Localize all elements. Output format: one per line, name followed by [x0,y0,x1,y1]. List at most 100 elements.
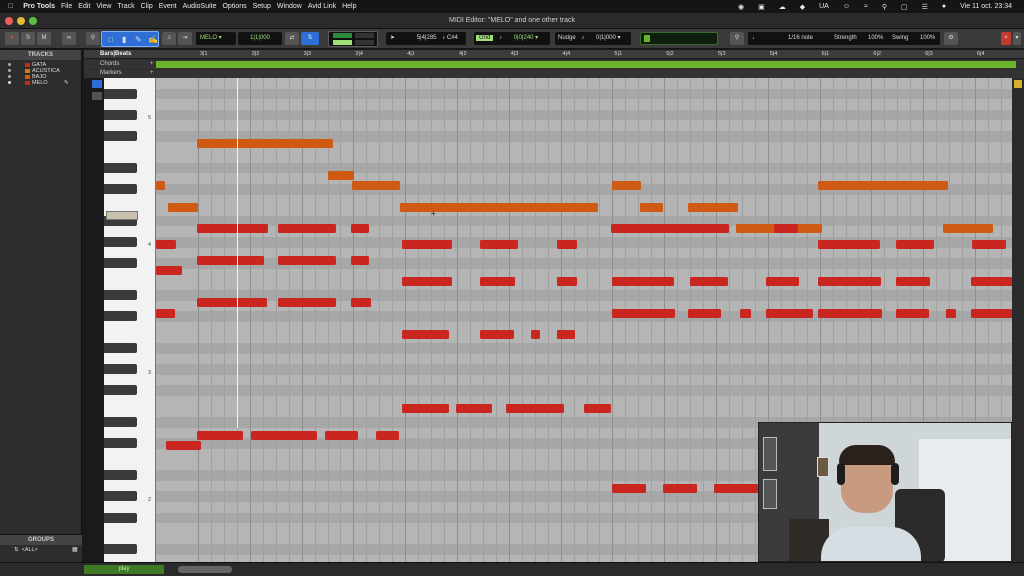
midi-note-melo[interactable] [278,255,336,265]
midi-note-melo[interactable] [688,308,721,318]
menu-help[interactable]: Help [342,3,356,10]
siri-icon[interactable]: ● [942,3,946,10]
midi-note-other-track[interactable] [328,170,354,180]
chords-ruler[interactable]: Chords + [84,60,1024,69]
mute-button[interactable]: M [37,32,51,45]
midi-note-melo[interactable] [456,404,492,413]
midi-note-melo[interactable] [480,276,515,286]
menu-window[interactable]: Window [277,3,302,10]
menu-audiosuite[interactable]: AudioSuite [183,3,217,10]
midi-note-melo[interactable] [351,223,369,233]
menu-edit[interactable]: Edit [78,3,90,10]
midi-note-melo[interactable] [971,276,1012,286]
tab-to-transient-icon[interactable]: ⇥ [178,32,192,45]
playhead-cursor[interactable] [237,78,238,428]
record-status-icon[interactable]: ◉ [738,3,744,11]
quantize-bar[interactable]: ♩ 1/16 note Strength 100% Swing 100% [748,32,940,45]
notation-view-icon[interactable] [92,92,102,100]
menu-track[interactable]: Track [117,3,134,10]
midi-note-melo[interactable] [612,276,674,286]
track-row-melo[interactable]: MELO ✎ [0,80,81,86]
midi-note-melo[interactable] [557,239,577,249]
piano-black-key[interactable] [104,385,137,396]
midi-note-melo[interactable] [531,329,540,339]
smart-tool-icon[interactable]: ♫ [162,32,176,45]
close-window-button[interactable] [5,17,13,25]
midi-note-melo[interactable] [557,329,575,339]
midi-note-melo[interactable] [740,308,751,318]
ua-icon[interactable]: ◆ [800,3,805,11]
user-icon[interactable]: ☺ [843,3,850,10]
selector-tool-icon[interactable]: ▮ [122,33,126,46]
quantize-search-icon[interactable]: ⚲ [730,32,744,45]
camera-icon[interactable]: ▣ [758,3,765,11]
panel-menu-icon[interactable]: ▾ [1013,32,1021,45]
menu-clip[interactable]: Clip [141,3,153,10]
solo-button[interactable]: S [21,32,35,45]
groups-menu-icon[interactable]: ▦ [72,546,78,553]
midi-note-other-track[interactable] [168,202,198,212]
midi-note-melo[interactable] [197,298,267,307]
midi-note-melo[interactable] [972,239,1006,249]
midi-note-melo[interactable] [402,239,452,249]
midi-note-other-track[interactable] [612,181,641,191]
midi-note-melo[interactable] [818,239,880,249]
zoom-window-button[interactable] [29,17,37,25]
midi-note-other-track[interactable] [943,223,993,233]
scroll-lock-icon[interactable] [1014,80,1022,88]
piano-black-key[interactable] [104,470,137,481]
slip-mode[interactable] [333,40,352,45]
avid-cloud-icon[interactable]: ☁ [779,3,786,11]
midi-note-melo[interactable] [325,430,358,440]
add-chord-icon[interactable]: + [150,61,154,67]
piano-black-key[interactable] [104,109,137,120]
midi-note-melo[interactable] [402,276,452,286]
link-timeline-icon[interactable]: ⇄ [285,32,299,45]
midi-note-melo[interactable] [402,404,449,413]
track-active-dot[interactable] [8,75,11,78]
link-icon[interactable]: ∞ [62,32,76,45]
midi-note-melo[interactable] [774,223,798,233]
horizontal-scrollbar-thumb[interactable] [178,566,232,573]
wifi-icon[interactable]: ≈ [864,3,868,10]
minimize-window-button[interactable] [17,17,25,25]
search-icon[interactable]: ⚲ [882,3,887,11]
midi-note-melo[interactable] [946,308,956,318]
midi-note-melo[interactable] [611,223,729,233]
midi-note-melo[interactable] [278,298,336,307]
control-center-icon[interactable]: ☰ [922,3,928,11]
piano-black-key[interactable] [104,438,137,449]
trim-tool-icon[interactable]: □ [108,33,113,46]
midi-note-melo[interactable] [766,308,813,318]
midi-note-other-track[interactable] [156,181,165,191]
grid-value-control[interactable]: Grid ♪ 0|0|240 ▾ [474,32,550,45]
menu-setup[interactable]: Setup [253,3,271,10]
velocity-lane-icon[interactable] [92,80,102,88]
midi-note-other-track[interactable] [640,202,663,212]
piano-keyboard[interactable]: 5 4 3 2 [104,78,156,562]
piano-black-key[interactable] [104,417,137,428]
mirror-edit-icon[interactable]: ⇅ [301,32,319,45]
piano-black-key[interactable] [104,544,137,555]
piano-black-key[interactable] [104,184,137,194]
midi-note-melo[interactable] [612,308,675,318]
midi-note-melo[interactable] [818,276,881,286]
midi-note-melo[interactable] [896,276,930,286]
piano-black-key[interactable] [104,131,137,141]
midi-note-melo[interactable] [584,404,611,413]
piano-black-key[interactable] [104,258,137,269]
midi-note-melo[interactable] [376,430,399,440]
grid-mode[interactable] [355,40,374,45]
piano-black-key[interactable] [104,491,137,502]
spot-mode[interactable] [355,33,374,38]
menu-view[interactable]: View [96,3,111,10]
pencil-enable-icon[interactable]: ✎ [64,80,69,86]
midi-note-melo[interactable] [197,223,268,233]
midi-note-melo[interactable] [663,483,697,493]
zoom-tool-icon[interactable]: ⚲ [86,32,100,45]
apple-icon[interactable]:  [8,3,13,10]
midi-note-melo[interactable] [351,298,371,307]
vertical-scrollbar[interactable] [1012,78,1024,562]
midi-note-melo[interactable] [197,430,243,440]
midi-note-melo[interactable] [714,483,758,493]
